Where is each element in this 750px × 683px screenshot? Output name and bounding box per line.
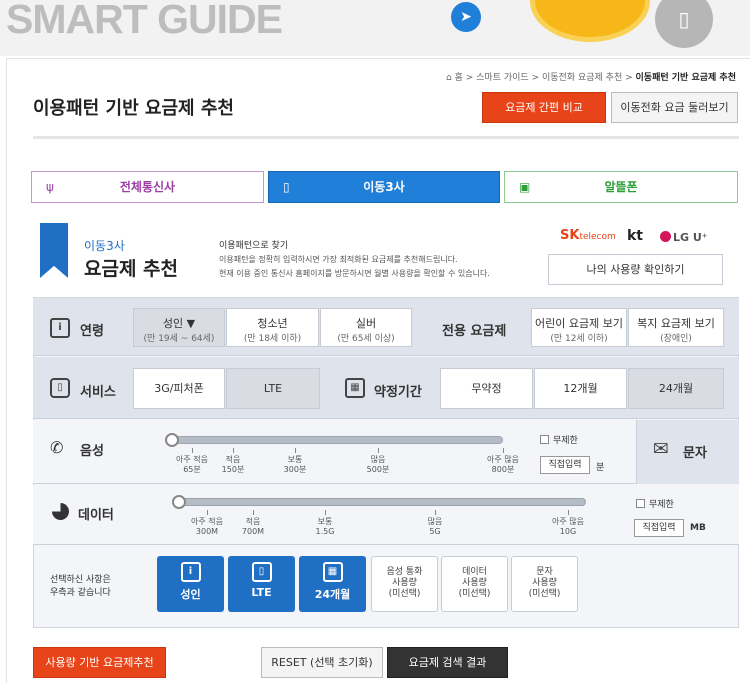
voice-call-icon: ✆ bbox=[50, 438, 64, 457]
age-option-youth[interactable]: 청소년 (만 18세 이하) bbox=[226, 308, 319, 347]
data-tick: 아주 많음 10G bbox=[543, 510, 593, 537]
calendar-icon: ▦ bbox=[322, 562, 343, 582]
person-icon: i bbox=[180, 562, 201, 582]
data-unlimited-checkbox[interactable]: 무제한 bbox=[636, 497, 674, 510]
voice-slider-track[interactable] bbox=[170, 436, 503, 444]
data-tick: 적음 700M bbox=[233, 510, 273, 537]
banner-desc-line: 이용패턴을 정확히 입력하시면 가장 최적화된 요금제를 추천해드립니다. bbox=[219, 255, 458, 264]
age-option-adult[interactable]: 성인 ▼ (만 19세 ~ 64세) bbox=[133, 308, 225, 347]
reset-button[interactable]: RESET (선택 초기화) bbox=[261, 647, 383, 678]
brand-logo: SMART GUIDE bbox=[6, 0, 283, 42]
compare-plans-button[interactable]: 요금제 간편 비교 bbox=[482, 92, 606, 123]
summary-data-unselected: 데이터 사용량 (미선택) bbox=[441, 556, 508, 612]
data-slider-handle[interactable] bbox=[172, 495, 186, 509]
voice-tick: 적음 150분 bbox=[213, 448, 253, 475]
decorative-circle bbox=[530, 0, 650, 42]
contract-label: 약정기간 bbox=[374, 385, 422, 400]
banner-big-title: 요금제 추천 bbox=[84, 258, 179, 280]
breadcrumb-home[interactable]: 홈 bbox=[455, 73, 463, 83]
voice-label: 음성 bbox=[80, 444, 104, 459]
voice-tick: 아주 적음 65분 bbox=[172, 448, 212, 475]
browse-rates-button[interactable]: 이동전화 요금 둘러보기 bbox=[611, 92, 738, 123]
contract-option-24[interactable]: 24개월 bbox=[628, 368, 724, 409]
banner-desc-title: 이용패턴으로 찾기 bbox=[219, 241, 289, 251]
data-tick: 아주 적음 300M bbox=[187, 510, 227, 537]
my-usage-button[interactable]: 나의 사용량 확인하기 bbox=[548, 254, 723, 285]
summary-chip-lte: ▯ LTE bbox=[228, 556, 295, 612]
person-icon: i bbox=[50, 318, 70, 338]
search-results-button[interactable]: 요금제 검색 결과 bbox=[387, 647, 508, 678]
breadcrumb-item[interactable]: 스마트 가이드 bbox=[476, 73, 529, 83]
data-tick: 많음 5G bbox=[415, 510, 455, 537]
lguplus-logo: LG U⁺ bbox=[660, 231, 708, 244]
banner-desc-line: 현재 이용 중인 통신사 홈페이지를 방문하시면 월별 사용량을 확인할 수 있… bbox=[219, 269, 490, 278]
data-unit: MB bbox=[690, 523, 706, 533]
age-option-silver[interactable]: 실버 (만 65세 이상) bbox=[320, 308, 412, 347]
envelope-icon: ✉ bbox=[653, 438, 669, 460]
sms-cell[interactable]: ✉ 문자 bbox=[636, 420, 739, 484]
summary-voice-unselected: 음성 통화 사용량 (미선택) bbox=[371, 556, 438, 612]
voice-direct-input[interactable]: 직접입력 bbox=[540, 456, 590, 474]
page-title: 이용패턴 기반 요금제 추천 bbox=[33, 98, 234, 119]
tab-mvno[interactable]: ▣ 알뜰폰 bbox=[504, 171, 738, 203]
data-slider-track[interactable] bbox=[178, 498, 586, 506]
phone-icon: ▯ bbox=[251, 562, 272, 582]
phone-icon: ▯ bbox=[50, 378, 70, 398]
voice-tick: 많음 500분 bbox=[358, 448, 398, 475]
contract-option-none[interactable]: 무약정 bbox=[440, 368, 533, 409]
data-direct-input[interactable]: 직접입력 bbox=[634, 519, 684, 537]
antenna-icon: ψ bbox=[46, 180, 54, 194]
breadcrumb: ⌂ 홈 > 스마트 가이드 > 이동전화 요금제 추천 > 이동패턴 기반 요금… bbox=[446, 73, 736, 83]
voice-unlimited-checkbox[interactable]: 무제한 bbox=[540, 433, 578, 446]
voice-tick: 아주 많음 800분 bbox=[478, 448, 528, 475]
voice-slider-handle[interactable] bbox=[165, 433, 179, 447]
phone-icon: ▯ bbox=[283, 180, 290, 194]
sms-label: 문자 bbox=[683, 446, 707, 461]
data-tick: 보통 1.5G bbox=[305, 510, 345, 537]
cursor-icon: ➤ bbox=[451, 2, 481, 32]
tab-big3-carriers[interactable]: ▯ 이동3사 bbox=[268, 171, 500, 203]
pie-chart-icon bbox=[52, 503, 69, 520]
special-plan-label: 전용 요금제 bbox=[442, 324, 507, 339]
summary-chip-24months: ▦ 24개월 bbox=[299, 556, 366, 612]
service-label: 서비스 bbox=[80, 385, 116, 400]
calendar-icon: ▦ bbox=[345, 378, 365, 398]
kids-plan-button[interactable]: 어린이 요금제 보기 (만 12세 이하) bbox=[531, 308, 627, 347]
service-option-3g[interactable]: 3G/피처폰 bbox=[133, 368, 225, 409]
banner-small-title: 이동3사 bbox=[84, 239, 125, 253]
service-option-lte[interactable]: LTE bbox=[226, 368, 320, 409]
home-icon[interactable]: ⌂ bbox=[446, 73, 452, 83]
kt-logo: kt bbox=[627, 228, 644, 244]
breadcrumb-current: 이동패턴 기반 요금제 추천 bbox=[635, 73, 736, 83]
voice-tick: 보통 300분 bbox=[275, 448, 315, 475]
welfare-plan-button[interactable]: 복지 요금제 보기 (장애인) bbox=[628, 308, 724, 347]
sk-telecom-logo: SKtelecom bbox=[560, 228, 616, 243]
site-header: SMART GUIDE ➤ ▯ bbox=[0, 0, 750, 56]
age-label: 연령 bbox=[80, 324, 104, 339]
summary-sms-unselected: 문자 사용량 (미선택) bbox=[511, 556, 578, 612]
page-root: SMART GUIDE ➤ ▯ ⌂ 홈 > 스마트 가이드 > 이동전화 요금제… bbox=[0, 0, 750, 683]
basket-icon: ▣ bbox=[519, 180, 531, 194]
title-divider bbox=[33, 136, 739, 139]
summary-chip-adult: i 성인 bbox=[157, 556, 224, 612]
voice-unit: 분 bbox=[596, 463, 605, 473]
breadcrumb-item[interactable]: 이동전화 요금제 추천 bbox=[542, 73, 622, 83]
contract-option-12[interactable]: 12개월 bbox=[534, 368, 627, 409]
phone-icon: ▯ bbox=[655, 0, 713, 48]
tab-all-carriers[interactable]: ψ 전체통신사 bbox=[31, 171, 264, 203]
summary-label: 선택하신 사항은 우측과 같습니다 bbox=[50, 575, 111, 598]
data-label: 데이터 bbox=[78, 508, 114, 523]
usage-based-recommend-button[interactable]: 사용량 기반 요금제추천 bbox=[33, 647, 166, 678]
